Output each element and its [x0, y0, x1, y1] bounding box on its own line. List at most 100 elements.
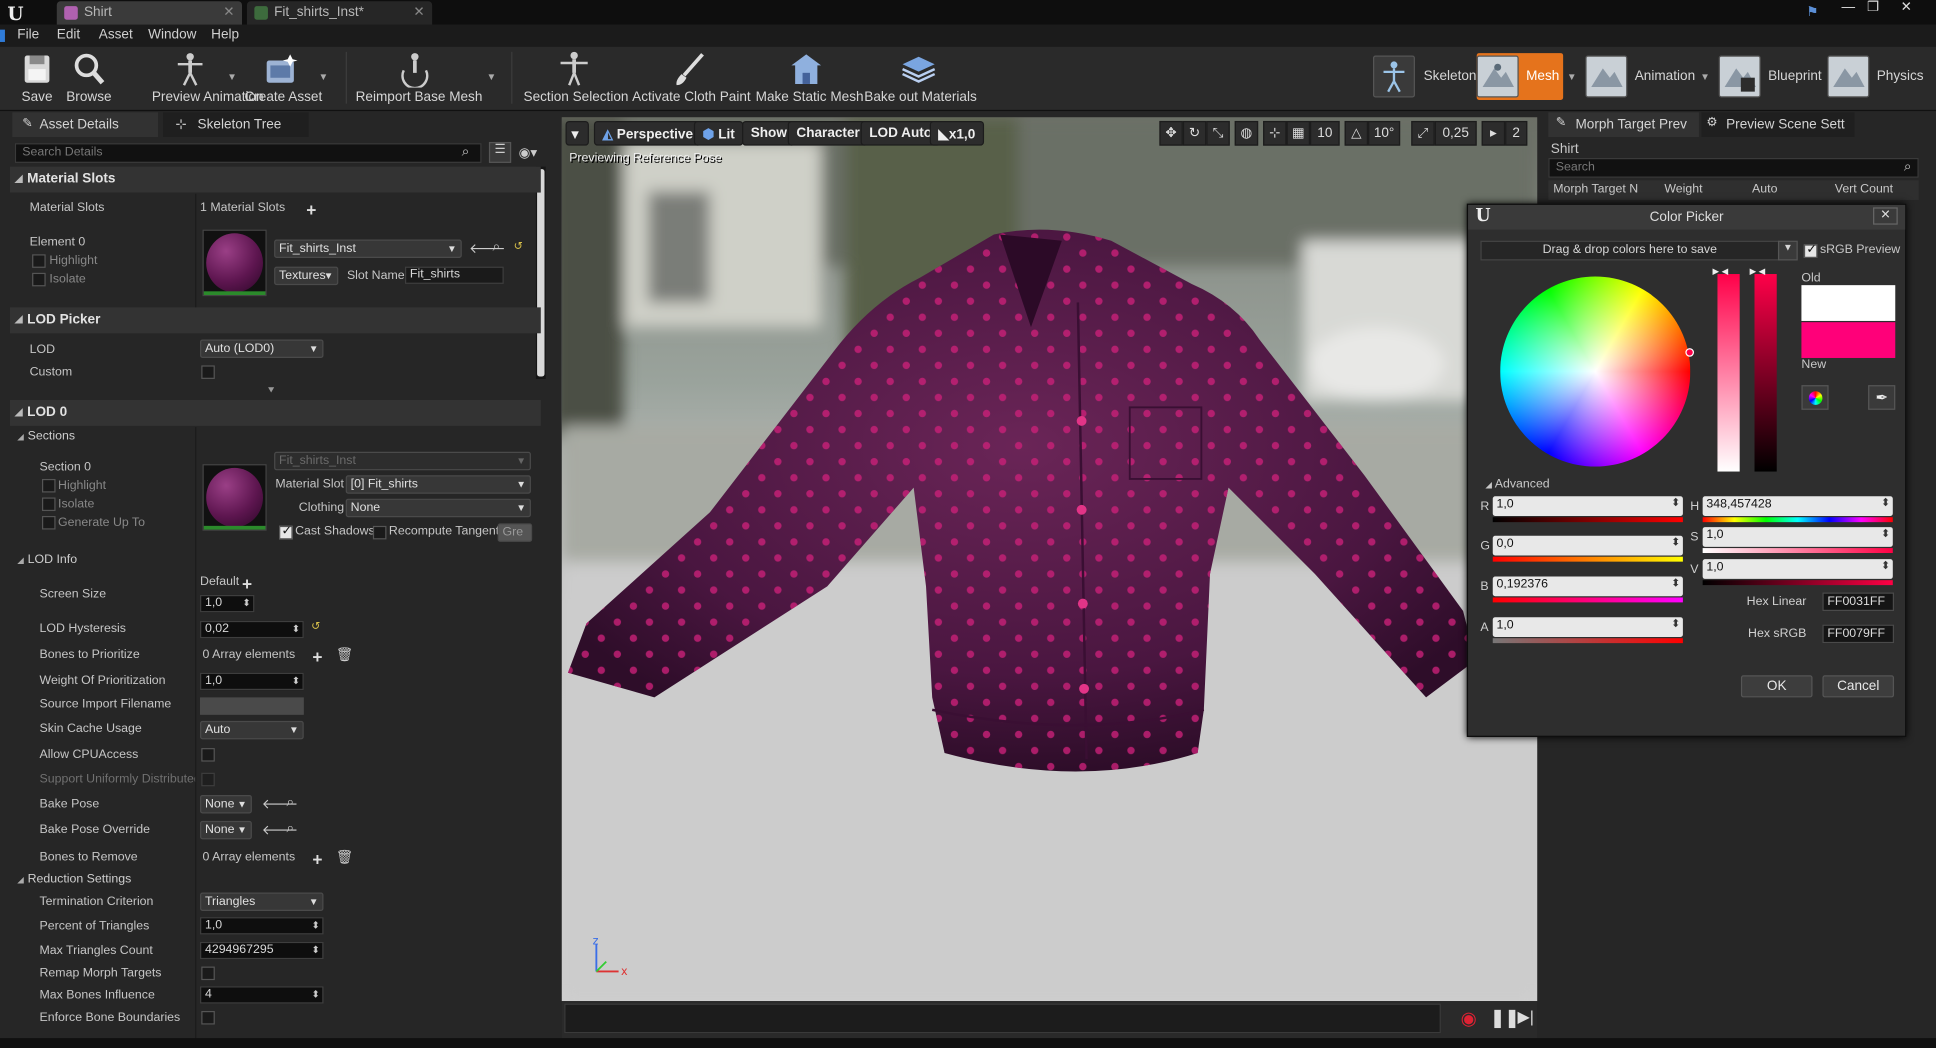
menu-window[interactable]: Window: [148, 27, 196, 42]
green-slider-row[interactable]: G 0,0 ⬍: [1480, 535, 1685, 562]
column-morph-target-name[interactable]: Morph Target N: [1553, 183, 1638, 197]
s-gradient[interactable]: [1702, 548, 1893, 554]
saturation-field-row[interactable]: S 1,0 ⬍: [1690, 527, 1895, 554]
generate-up-to-checkbox[interactable]: [41, 515, 56, 530]
mode-animation-button[interactable]: Animation: [1585, 53, 1696, 100]
column-vert-count[interactable]: Vert Count: [1835, 183, 1893, 197]
expand-arrow-icon[interactable]: ⯆: [267, 384, 276, 398]
scale-snap-icon[interactable]: ⤢: [1411, 120, 1435, 146]
add-slot-icon[interactable]: +: [306, 201, 316, 218]
tab-preview-scene-settings[interactable]: ⚙ Preview Scene Sett: [1701, 112, 1855, 138]
bake-out-materials-button[interactable]: Bake out Materials: [864, 47, 977, 109]
grid-snap-value[interactable]: 10: [1310, 120, 1340, 146]
add-element-icon[interactable]: +: [312, 648, 322, 665]
red-slider-row[interactable]: R 1,0 ⬍: [1480, 496, 1685, 523]
menu-asset[interactable]: Asset: [99, 27, 133, 42]
b-field[interactable]: 0,192376 ⬍: [1492, 576, 1683, 597]
h-gradient[interactable]: [1702, 517, 1893, 523]
chevron-down-icon[interactable]: ▼: [1567, 72, 1577, 83]
color-wheel-selector[interactable]: [1685, 348, 1695, 357]
saturation-handle-icon[interactable]: ▶ ◀: [1713, 267, 1729, 277]
chevron-down-icon[interactable]: ▼: [227, 72, 237, 83]
advanced-toggle[interactable]: ◢ Advanced: [1485, 478, 1549, 492]
morph-search-input[interactable]: Search: [1548, 158, 1919, 178]
saved-colors-drop-zone[interactable]: Drag & drop colors here to save ▼: [1480, 240, 1798, 261]
color-theme-icon[interactable]: [1801, 385, 1829, 410]
cast-shadows-checkbox[interactable]: [279, 525, 293, 540]
max-bones-field[interactable]: 4 ⬍: [200, 986, 324, 1004]
slot-name-field[interactable]: Fit_shirts: [404, 266, 504, 284]
mode-blueprint-button[interactable]: Blueprint: [1718, 53, 1823, 100]
bake-pose-override-combo[interactable]: None ▼: [200, 820, 252, 840]
lit-button[interactable]: ⬢ Lit: [693, 120, 744, 146]
max-triangles-field[interactable]: 4294967295 ⬍: [200, 941, 324, 960]
grid-snap-icon[interactable]: ▦: [1286, 120, 1311, 146]
camera-speed-value[interactable]: 2: [1505, 120, 1528, 146]
chevron-down-icon[interactable]: ▼: [319, 72, 329, 83]
close-icon[interactable]: ✕: [413, 4, 424, 20]
material-slots-header[interactable]: ◢ Material Slots: [9, 166, 541, 193]
viewport[interactable]: ▾ ◭ Perspective ⬢ Lit Show Character LOD…: [561, 117, 1538, 1002]
camera-speed-icon[interactable]: ▸: [1481, 120, 1506, 146]
browse-button[interactable]: Browse: [64, 47, 113, 109]
color-picker-title-bar[interactable]: U Color Picker ✕: [1468, 204, 1906, 230]
tab-asset-details[interactable]: ✎ Asset Details: [12, 112, 159, 138]
skin-cache-combo[interactable]: Auto ▼: [200, 720, 304, 740]
cancel-button[interactable]: Cancel: [1822, 675, 1895, 698]
view-options-icon[interactable]: ☰: [488, 141, 512, 163]
h-field[interactable]: 348,457428 ⬍: [1702, 496, 1893, 516]
tab-fit-shirts-inst[interactable]: Fit_shirts_Inst* ✕: [246, 1, 433, 25]
color-wheel[interactable]: [1500, 276, 1691, 467]
section-material-thumbnail[interactable]: [202, 464, 267, 531]
alpha-slider-row[interactable]: A 1,0 ⬍: [1480, 617, 1685, 644]
minimize-icon[interactable]: —: [1836, 0, 1861, 17]
menu-edit[interactable]: Edit: [57, 27, 80, 42]
a-field[interactable]: 1,0 ⬍: [1492, 617, 1683, 637]
screen-size-field[interactable]: 1,0 ⬍: [200, 594, 255, 613]
old-color-swatch[interactable]: [1801, 285, 1896, 321]
menu-help[interactable]: Help: [211, 27, 239, 42]
activate-cloth-paint-button[interactable]: Activate Cloth Paint: [632, 47, 751, 109]
g-gradient[interactable]: [1492, 556, 1683, 562]
custom-checkbox[interactable]: [201, 365, 215, 379]
surface-snap-icon[interactable]: ⊹: [1263, 120, 1287, 146]
menu-file[interactable]: File: [17, 27, 39, 42]
support-uniformly-checkbox[interactable]: [201, 772, 215, 787]
restore-icon[interactable]: ❐: [1861, 0, 1886, 17]
section-material-combo[interactable]: Fit_shirts_Inst ▼: [274, 451, 531, 471]
blue-slider-row[interactable]: B 0,192376 ⬍: [1480, 576, 1685, 603]
section-highlight-checkbox[interactable]: [41, 478, 56, 493]
textures-combo[interactable]: Textures ▼: [274, 266, 339, 286]
scrollbar-thumb[interactable]: [537, 169, 545, 377]
record-icon[interactable]: ◉: [1461, 1007, 1477, 1030]
rotation-snap-value[interactable]: 10°: [1368, 120, 1401, 146]
sections-header[interactable]: ◢ Sections: [17, 430, 75, 444]
translate-icon[interactable]: ✥: [1159, 120, 1183, 146]
r-gradient[interactable]: [1492, 517, 1683, 523]
chevron-down-icon[interactable]: ▼: [1700, 72, 1710, 83]
hex-linear-field[interactable]: FF0031FF: [1822, 592, 1895, 612]
chevron-down-icon[interactable]: ▼: [486, 72, 496, 83]
value-slider[interactable]: [1754, 274, 1777, 472]
r-field[interactable]: 1,0 ⬍: [1492, 496, 1683, 516]
saturation-slider[interactable]: [1717, 274, 1740, 472]
lod-info-header[interactable]: ◢ LOD Info: [17, 553, 77, 567]
timeline-scrubber[interactable]: [564, 1003, 1441, 1034]
reset-icon[interactable]: ↺: [311, 620, 320, 634]
termination-combo[interactable]: Triangles ▼: [200, 892, 324, 911]
percent-triangles-field[interactable]: 1,0 ⬍: [200, 917, 324, 935]
make-static-mesh-button[interactable]: Make Static Mesh: [756, 47, 864, 109]
lod-combo[interactable]: Auto (LOD0) ▼: [200, 339, 324, 358]
world-local-icon[interactable]: ◍: [1234, 120, 1259, 146]
value-handle-icon[interactable]: ▶ ◀: [1750, 267, 1766, 277]
g-field[interactable]: 0,0 ⬍: [1492, 535, 1683, 556]
recompute-tangent-checkbox[interactable]: [372, 525, 387, 540]
mode-mesh-button[interactable]: Mesh: [1476, 53, 1564, 100]
rotation-snap-icon[interactable]: △: [1344, 120, 1369, 146]
new-color-swatch[interactable]: [1801, 322, 1896, 358]
viewport-options-button[interactable]: ▾: [565, 120, 589, 146]
remap-morph-checkbox[interactable]: [201, 966, 215, 981]
trash-icon[interactable]: 🗑: [336, 849, 353, 866]
material-slot-combo[interactable]: [0] Fit_shirts ▼: [345, 475, 531, 494]
trash-icon[interactable]: 🗑: [336, 647, 353, 663]
